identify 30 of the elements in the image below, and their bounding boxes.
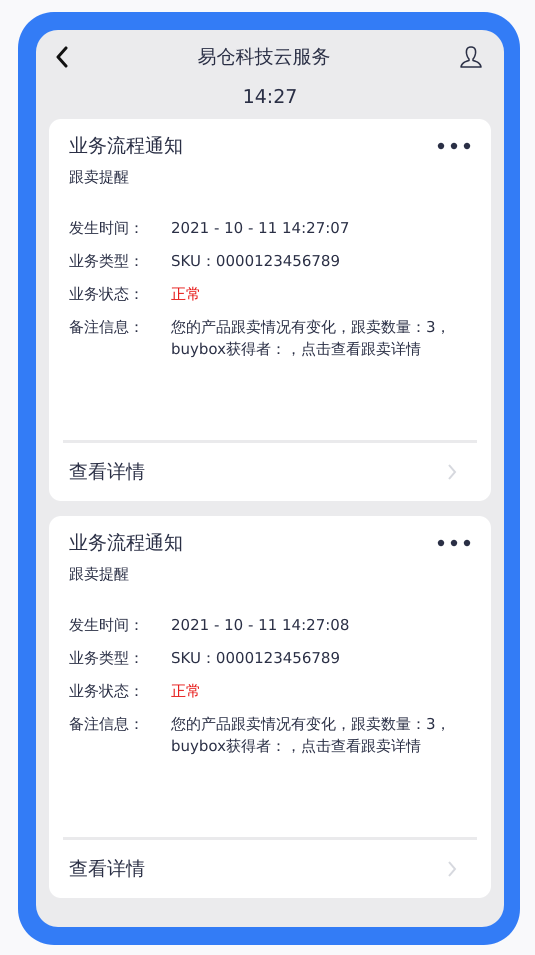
more-icon[interactable] [437, 142, 471, 150]
field-value: 2021 - 10 - 11 14:27:07 [171, 218, 350, 239]
field-value: 正常 [171, 681, 202, 702]
field-label: 发生时间： [69, 218, 145, 239]
view-details-link[interactable]: 查看详情 [63, 837, 477, 898]
field-label: 业务状态： [69, 681, 145, 702]
timestamp: 14:27 [242, 86, 298, 108]
user-icon[interactable] [459, 45, 483, 69]
field-label: 业务状态： [69, 284, 145, 305]
field-value: 您的产品跟卖情况有变化，跟卖数量：3，buybox获得者：，点击查看跟卖详情 [171, 317, 452, 360]
field-value: SKU：0000123456789 [171, 648, 341, 669]
field-value: 2021 - 10 - 11 14:27:08 [171, 615, 350, 636]
card-subtitle: 跟卖提醒 [68, 564, 130, 584]
page-title: 易仓科技云服务 [198, 45, 330, 70]
field-value: SKU：0000123456789 [171, 251, 341, 272]
more-icon[interactable] [437, 539, 471, 547]
view-details-link[interactable]: 查看详情 [63, 440, 477, 501]
field-label: 发生时间： [69, 615, 145, 636]
card-title: 业务流程通知 [69, 134, 183, 159]
field-label: 备注信息： [69, 714, 145, 735]
field-label: 备注信息： [69, 317, 145, 338]
field-value: 您的产品跟卖情况有变化，跟卖数量：3，buybox获得者：，点击查看跟卖详情 [171, 714, 452, 757]
card-subtitle: 跟卖提醒 [68, 167, 130, 187]
back-icon[interactable] [55, 46, 69, 68]
field-label: 业务类型： [69, 251, 145, 272]
chevron-icon [447, 463, 457, 481]
field-value: 正常 [171, 284, 202, 305]
card-title: 业务流程通知 [69, 531, 183, 556]
field-label: 业务类型： [69, 648, 145, 669]
chevron-icon [447, 860, 457, 878]
